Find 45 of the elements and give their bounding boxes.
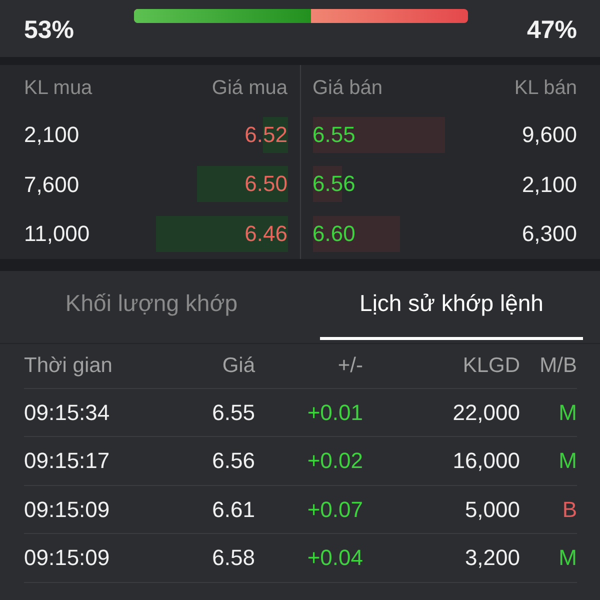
time-cell-text: 09:15:34 bbox=[24, 398, 110, 427]
change-cell-text: +0.01 bbox=[307, 398, 363, 427]
bid-volume: 7,600 bbox=[24, 170, 80, 199]
bid-volume: 11,000 bbox=[24, 220, 90, 248]
volume-cell-text: 5,000 bbox=[464, 496, 520, 524]
volume-cell-text: 16,000 bbox=[452, 447, 520, 476]
buy-percent: 53% bbox=[24, 16, 74, 44]
bid-price: 6.52 bbox=[244, 116, 288, 153]
volume-cell-text: 22,000 bbox=[452, 398, 520, 427]
column-header: KL mua bbox=[24, 76, 92, 100]
sell-percent: 47% bbox=[526, 16, 577, 44]
bid-price: 6.50 bbox=[196, 166, 288, 202]
time-cell-text: 09:15:17 bbox=[24, 447, 110, 476]
ask-price: 6.55 bbox=[312, 116, 444, 153]
price-cell-text: 6.58 bbox=[212, 544, 255, 572]
side-cell-text: M bbox=[558, 398, 577, 427]
volume-cell-text: 3,200 bbox=[464, 544, 520, 572]
price-cell-text: 6.56 bbox=[212, 447, 255, 476]
ask-volume: 6,300 bbox=[522, 220, 577, 248]
column-header: Giá mua bbox=[212, 76, 288, 100]
column-header: M/B bbox=[540, 352, 577, 379]
side-cell-text: M bbox=[558, 447, 577, 476]
side-cell-text: M bbox=[558, 544, 577, 572]
side-cell-text: B bbox=[562, 496, 577, 524]
column-header: Giá bbox=[222, 352, 255, 379]
column-header: KLGD bbox=[462, 352, 520, 379]
price-cell-text: 6.61 bbox=[212, 496, 255, 524]
change-cell-text: +0.02 bbox=[307, 447, 363, 476]
price-cell-text: 6.55 bbox=[212, 398, 255, 427]
column-header: KL bán bbox=[514, 76, 577, 100]
time-cell-text: 09:15:09 bbox=[24, 544, 110, 572]
column-header: +/- bbox=[338, 352, 363, 379]
time-cell-text: 09:15:09 bbox=[24, 496, 110, 524]
ask-price: 6.56 bbox=[312, 166, 356, 202]
ask-volume: 9,600 bbox=[522, 121, 577, 150]
tab[interactable]: Lịch sử khớp lệnh bbox=[320, 270, 583, 340]
bid-volume: 2,100 bbox=[24, 121, 80, 150]
change-cell-text: +0.07 bbox=[307, 496, 363, 524]
tab[interactable]: Khối lượng khớp bbox=[20, 270, 283, 340]
ask-price: 6.60 bbox=[312, 216, 400, 252]
column-header: Thời gian bbox=[24, 352, 112, 379]
change-cell-text: +0.04 bbox=[307, 544, 363, 572]
column-header: Giá bán bbox=[312, 76, 383, 100]
bid-price: 6.46 bbox=[156, 216, 288, 252]
ask-volume: 2,100 bbox=[522, 170, 577, 199]
